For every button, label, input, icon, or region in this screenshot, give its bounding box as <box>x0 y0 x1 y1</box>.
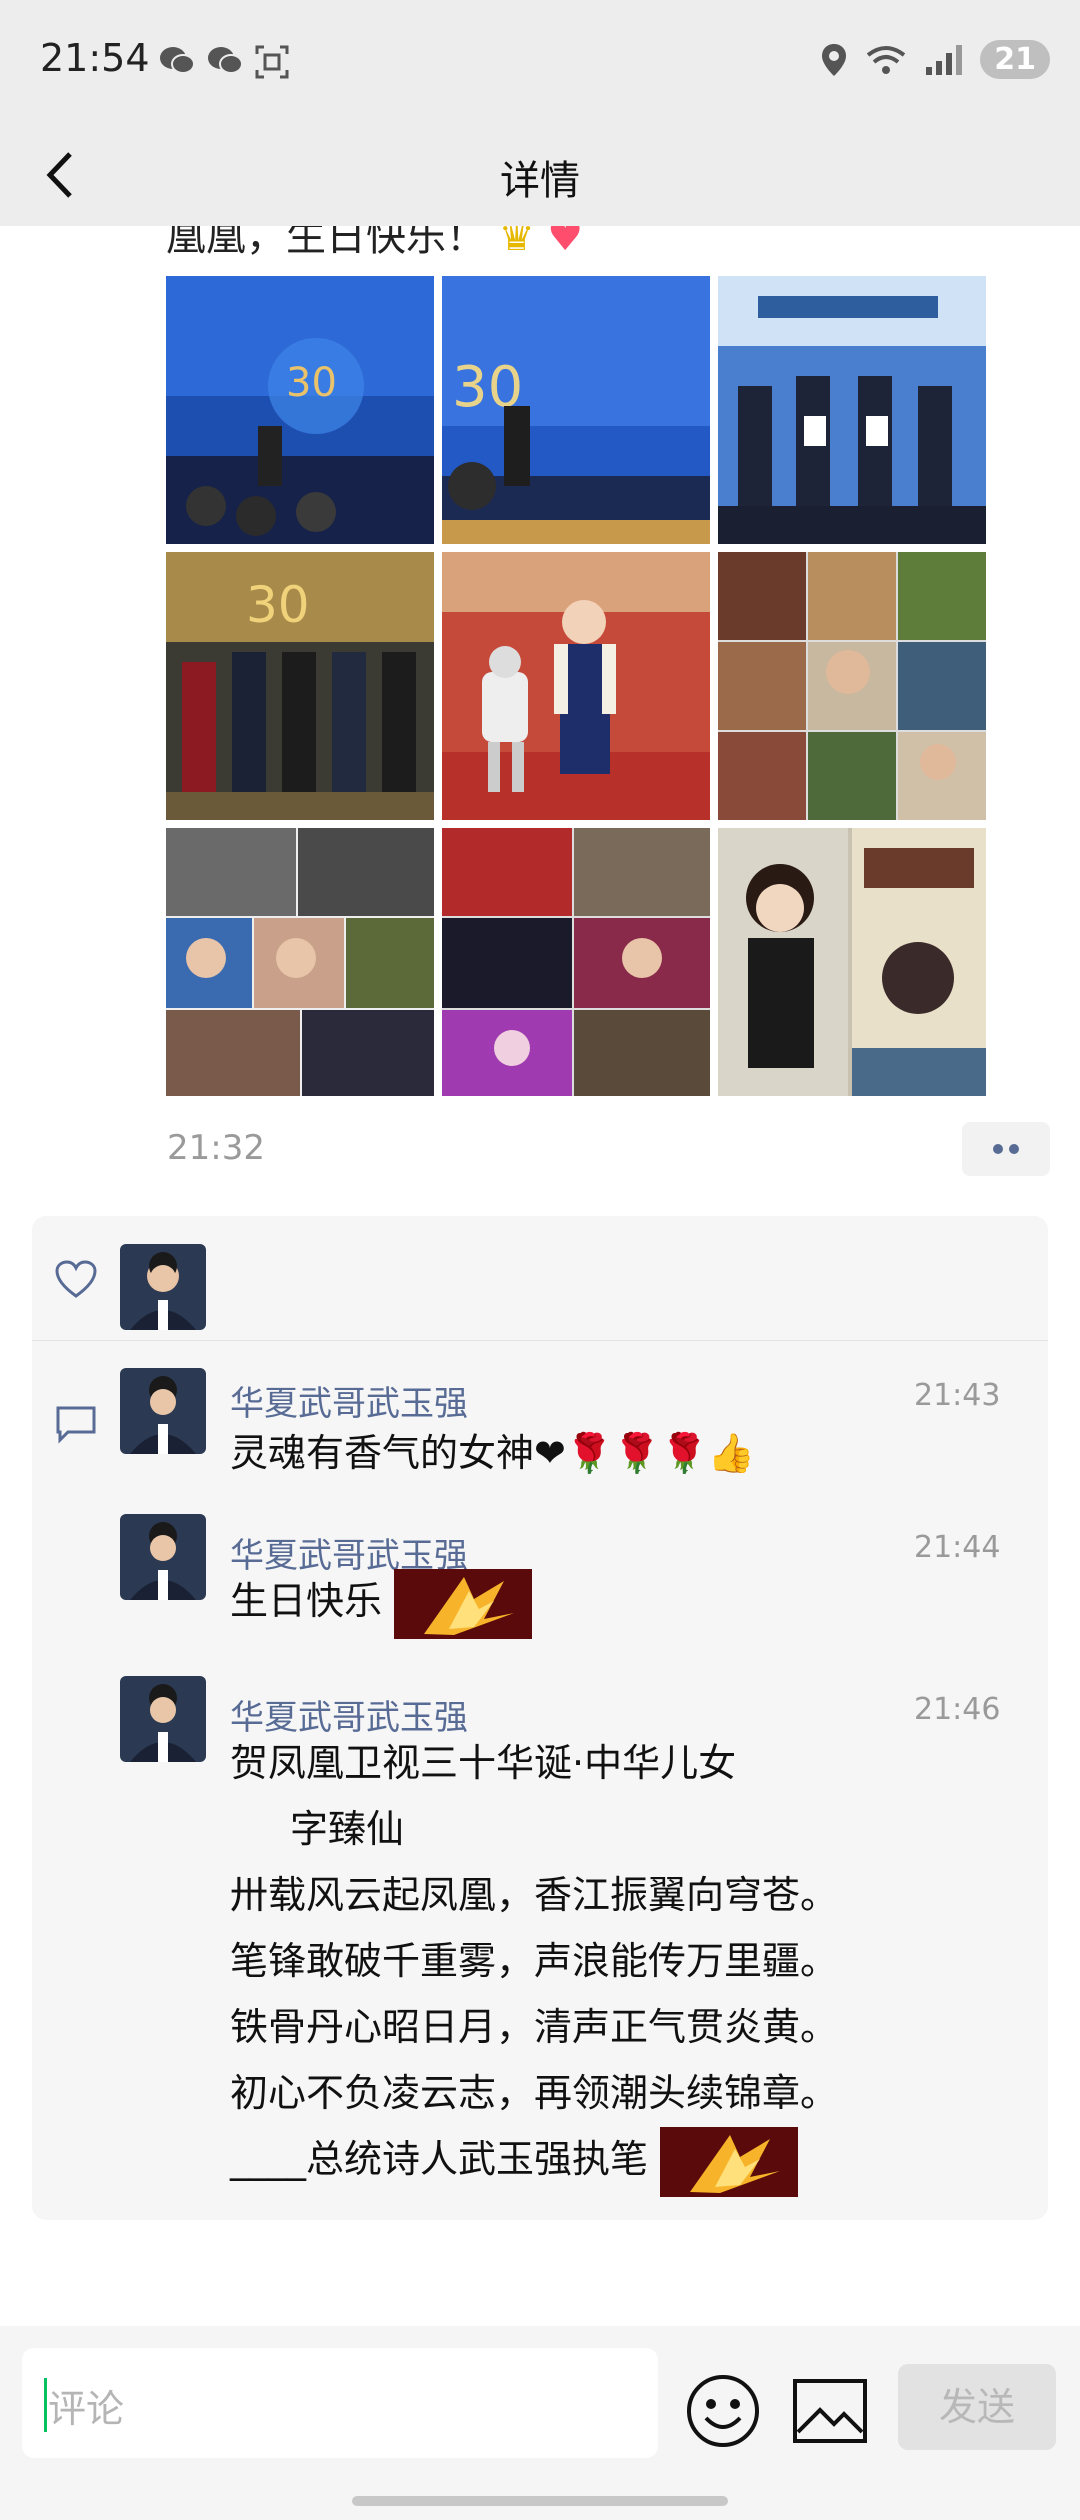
crown-emoji: ♛ <box>498 226 535 260</box>
heart-emoji: ♥ <box>547 226 584 260</box>
image-icon[interactable] <box>792 2378 868 2444</box>
status-notification-icons <box>158 44 290 80</box>
fire-phoenix-sticker <box>394 1568 533 1639</box>
location-icon <box>822 43 847 76</box>
commenter-avatar[interactable] <box>120 1368 206 1454</box>
photo-5[interactable] <box>442 552 710 820</box>
wechat-icon <box>208 47 243 74</box>
comment-time: 21:44 <box>914 1530 1001 1565</box>
heart-outline-icon <box>55 1260 97 1298</box>
poem-line: 初心不负凌云志，再领潮头续锦章。 <box>230 2071 839 2115</box>
more-dots-icon <box>993 1144 1019 1154</box>
home-indicator <box>352 2496 728 2506</box>
svg-text:30: 30 <box>246 576 310 634</box>
commenter-avatar[interactable] <box>120 1676 206 1762</box>
more-actions-button[interactable] <box>962 1122 1050 1176</box>
emoji-icon[interactable] <box>684 2372 762 2450</box>
status-bar: 21:54 21 <box>0 0 1080 124</box>
photo-6[interactable] <box>718 552 986 820</box>
post-time: 21:32 <box>167 1128 265 1168</box>
poem-line: 笔锋敢破千重雾，声浪能传万里疆。 <box>230 1939 839 1983</box>
likes-comments-panel: 华夏武哥武玉强 21:43 灵魂有香气的女神❤🌹🌹🌹👍 华夏武哥武玉强 21:4… <box>32 1216 1048 2220</box>
page-title: 详情 <box>500 158 580 204</box>
liker-avatar[interactable] <box>120 1244 206 1330</box>
scan-icon <box>255 45 289 79</box>
poem-line: 铁骨丹心昭日月，清声正气贯炎黄。 <box>230 2005 839 2049</box>
likes-row <box>32 1216 1048 1341</box>
comment-author[interactable]: 华夏武哥武玉强 <box>230 1376 468 1425</box>
photo-8[interactable] <box>442 828 710 1096</box>
poem-signature: ____总统诗人武玉强执笔 <box>230 2126 799 2197</box>
photo-grid: 30 30 30 <box>166 276 986 1096</box>
photo-9[interactable] <box>718 828 986 1096</box>
battery-indicator: 21 <box>980 40 1050 79</box>
text-caret <box>44 2378 47 2432</box>
comment-input[interactable]: 评论 <box>22 2348 658 2458</box>
photo-1[interactable]: 30 <box>166 276 434 544</box>
comment-icon <box>56 1406 96 1444</box>
svg-text:30: 30 <box>286 360 337 406</box>
comment-text: 灵魂有香气的女神❤🌹🌹🌹👍 <box>230 1431 756 1475</box>
poem-line: 字臻仙 <box>290 1807 405 1851</box>
photo-2[interactable]: 30 <box>442 276 710 544</box>
poem-line: 卅载风云起凤凰，香江振翼向穹苍。 <box>230 1873 839 1917</box>
post-text: 凰凰，生日快乐！ ♛ ♥ <box>166 226 583 262</box>
comment-text: 生日快乐 <box>230 1568 533 1639</box>
post-detail: 凰凰，生日快乐！ ♛ ♥ 30 30 30 21:32 华夏武哥武玉强 21:4… <box>0 226 1080 2326</box>
comment-time: 21:43 <box>914 1378 1001 1413</box>
comment-bar: 评论 发送 <box>0 2326 1080 2520</box>
commenter-avatar[interactable] <box>120 1514 206 1600</box>
wifi-icon <box>867 45 906 74</box>
photo-3[interactable] <box>718 276 986 544</box>
nav-bar: 详情 <box>0 124 1080 226</box>
status-time: 21:54 <box>40 36 150 80</box>
comment-time: 21:46 <box>914 1692 1001 1727</box>
photo-4[interactable]: 30 <box>166 552 434 820</box>
photo-7[interactable] <box>166 828 434 1096</box>
poem-line: 贺凤凰卫视三十华诞·中华儿女 <box>230 1741 737 1785</box>
wechat-icon <box>160 47 195 74</box>
send-button[interactable]: 发送 <box>898 2364 1056 2450</box>
fire-phoenix-sticker <box>660 2126 799 2197</box>
status-right-icons: 21 <box>820 40 1050 79</box>
comment-placeholder: 评论 <box>48 2387 125 2431</box>
signal-icon <box>926 44 963 75</box>
